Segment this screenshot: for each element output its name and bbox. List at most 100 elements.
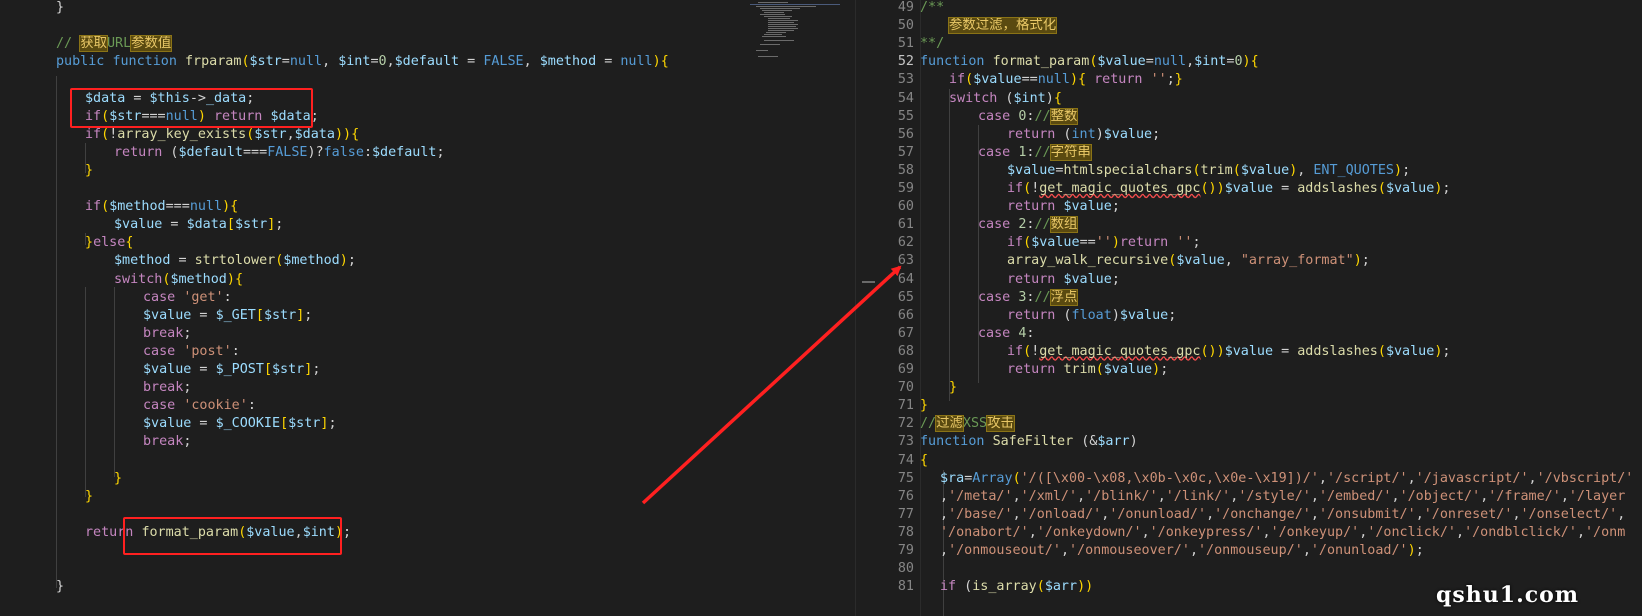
code-line[interactable]: if(!get_magic_quotes_gpc())$value = adds…	[1007, 342, 1450, 361]
code-line[interactable]: case 3://浮点	[978, 288, 1079, 307]
left-editor-pane[interactable]: } // 获取URL参数值 public function frparam($str…	[0, 0, 855, 616]
code-token: $value	[1103, 126, 1153, 142]
code-line[interactable]: $ra=Array('/([\x00-\x08,\x0b-\x0c,\x0e-\…	[940, 469, 1633, 488]
code-token: $value	[1031, 235, 1080, 251]
code-line[interactable]: ,'/meta/','/xml/','/blink/','/link/','/s…	[940, 487, 1625, 506]
code-line[interactable]: }	[85, 487, 93, 506]
code-line[interactable]: if(!get_magic_quotes_gpc())$value = adds…	[1007, 179, 1450, 198]
code-line[interactable]: return $value;	[1007, 270, 1120, 289]
code-token: ,	[1318, 470, 1327, 486]
code-line[interactable]: public function frparam($str=null, $int=…	[56, 52, 669, 71]
line-number: 56	[897, 126, 914, 142]
code-token: [	[255, 307, 264, 323]
code-line[interactable]: return trim($value);	[1007, 360, 1168, 379]
code-token: $value	[1119, 307, 1169, 323]
code-line[interactable]: }	[114, 469, 122, 488]
code-line[interactable]: '/onabort/','/onkeydown/','/onkeypress/'…	[940, 523, 1625, 542]
code-line[interactable]: if($value=='')return '';	[1007, 233, 1201, 252]
minimap[interactable]	[750, 2, 845, 64]
code-token: ()	[1200, 343, 1217, 359]
code-line[interactable]: case 4:	[978, 324, 1034, 343]
code-line[interactable]: case 0://整数	[978, 107, 1079, 126]
code-line[interactable]: return (float)$value;	[1007, 306, 1176, 325]
code-line[interactable]: case 'get':	[143, 288, 232, 307]
code-line[interactable]: 参数过滤，格式化	[947, 16, 1058, 35]
code-line[interactable]: $value = $_POST[$str];	[143, 360, 320, 379]
code-line[interactable]: }	[949, 378, 957, 397]
code-line[interactable]: function format_param($value=null,$int=0…	[920, 52, 1259, 71]
code-line[interactable]: break;	[143, 432, 191, 451]
code-token: ;	[1415, 543, 1424, 558]
editor-split-divider[interactable]	[855, 0, 881, 616]
code-line[interactable]: }	[85, 161, 93, 180]
code-token: return	[1007, 126, 1056, 142]
minimap-line	[762, 36, 786, 37]
code-line[interactable]: $method = strtolower($method);	[114, 251, 356, 270]
code-line[interactable]: return ($default===FALSE)?false:$default…	[114, 143, 445, 162]
code-token: }	[949, 380, 958, 396]
code-token: (	[1095, 362, 1104, 377]
code-token: format_param	[992, 54, 1090, 70]
code-line[interactable]: }else{	[85, 233, 133, 252]
code-line[interactable]: switch($method){	[114, 270, 243, 289]
code-token: $_COOKIE	[215, 416, 281, 432]
code-token: (	[241, 54, 250, 70]
code-token: 0	[1234, 54, 1243, 70]
code-line[interactable]: //过滤XSS攻击	[920, 414, 1015, 433]
code-token: [	[263, 362, 272, 377]
code-line[interactable]: $value = $_COOKIE[$str];	[143, 414, 337, 433]
code-token: null	[1037, 72, 1070, 88]
code-line[interactable]: switch ($int){	[949, 89, 1062, 108]
code-token: addslashes	[1297, 181, 1378, 196]
code-token: if	[940, 579, 957, 595]
line-number: 68	[897, 343, 914, 359]
code-line[interactable]: case 2://数组	[978, 215, 1079, 234]
code-line[interactable]: if($value==null){ return '';}	[949, 70, 1183, 89]
code-line[interactable]: function SafeFilter (&$arr)	[920, 432, 1138, 451]
code-line[interactable]: array_walk_recursive($value, "array_form…	[1007, 251, 1370, 270]
code-token: (	[965, 72, 974, 88]
code-token: case	[143, 289, 176, 305]
code-token: ;	[1168, 307, 1177, 323]
code-line[interactable]: // 获取URL参数值	[56, 34, 173, 53]
code-token: ()	[1200, 181, 1217, 196]
code-line[interactable]: return (int)$value;	[1007, 125, 1160, 144]
code-line[interactable]: {	[920, 451, 928, 470]
code-token: Array	[972, 470, 1013, 486]
code-line[interactable]: ,'/onmouseout/','/onmouseover/','/onmous…	[940, 541, 1424, 560]
code-line[interactable]: $value = $data[$str];	[114, 215, 283, 234]
code-token: ,	[1262, 524, 1271, 540]
code-line[interactable]: break;	[143, 378, 191, 397]
code-token: function	[920, 54, 985, 70]
code-line[interactable]: }	[56, 0, 64, 17]
line-number: 73	[897, 434, 914, 450]
code-token: ENT_QUOTES	[1313, 162, 1394, 178]
code-line[interactable]: return $value;	[1007, 197, 1120, 216]
code-line[interactable]: if($method===null){	[85, 197, 238, 216]
code-token: '/javascript/'	[1415, 470, 1529, 486]
code-token: )	[1216, 343, 1225, 359]
code-line[interactable]: case 'cookie':	[143, 396, 256, 415]
code-line[interactable]: case 'post':	[143, 342, 240, 361]
code-line[interactable]: $value=htmlspecialchars(trim($value), EN…	[1007, 161, 1410, 180]
code-line[interactable]: $value = $_GET[$str];	[143, 306, 312, 325]
right-editor-pane[interactable]: 49 /** 50 参数过滤，格式化 51 **/ 52 function format_pa…	[880, 0, 1642, 616]
code-token: ,	[523, 54, 540, 70]
code-token: '/onsubmit/'	[1318, 506, 1416, 522]
code-line[interactable]: break;	[143, 324, 191, 343]
code-line[interactable]: case 1://字符串	[978, 143, 1092, 162]
code-token: ,	[1407, 470, 1416, 486]
code-line[interactable]: ,'/base/','/onload/','/onunload/','/onch…	[940, 505, 1625, 524]
code-line[interactable]: **/	[920, 34, 944, 53]
code-token: get_magic_quotes_gpc	[1039, 181, 1201, 196]
code-token: case	[978, 325, 1011, 341]
sash-handle[interactable]	[862, 281, 875, 283]
code-line[interactable]: if (is_array($arr))	[940, 577, 1093, 596]
code-token: ===	[165, 199, 190, 215]
line-number: 71	[897, 398, 914, 414]
code-line[interactable]: /**	[920, 0, 944, 17]
code-line[interactable]: }	[920, 396, 928, 415]
code-token: =	[1145, 54, 1154, 70]
code-line[interactable]: }	[56, 577, 64, 596]
